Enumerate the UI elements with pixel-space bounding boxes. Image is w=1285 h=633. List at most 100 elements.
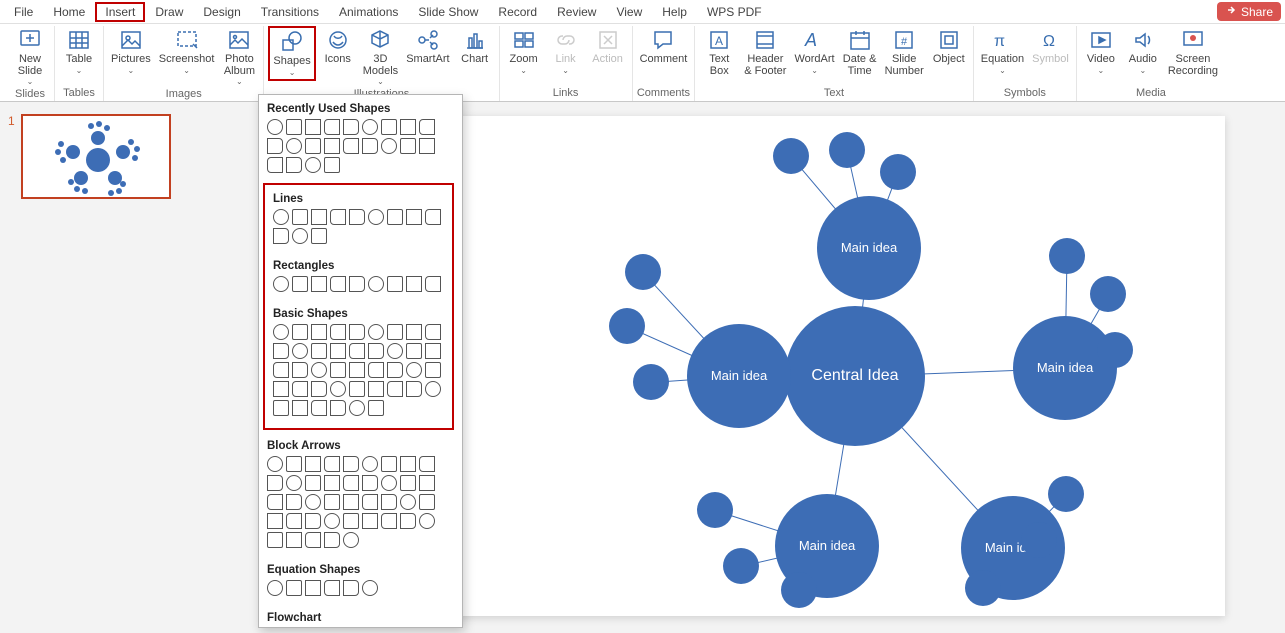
shape-item[interactable] bbox=[362, 475, 378, 491]
object-button[interactable]: Object bbox=[929, 26, 969, 68]
sub-idea-bubble[interactable] bbox=[1048, 476, 1084, 512]
sub-idea-bubble[interactable] bbox=[697, 492, 733, 528]
equation-button[interactable]: πEquation⌄ bbox=[978, 26, 1027, 77]
sub-idea-bubble[interactable] bbox=[1049, 238, 1085, 274]
shape-item[interactable] bbox=[400, 494, 416, 510]
shape-item[interactable] bbox=[400, 475, 416, 491]
shape-item[interactable] bbox=[349, 209, 365, 225]
shape-item[interactable] bbox=[343, 513, 359, 529]
shape-item[interactable] bbox=[381, 456, 397, 472]
shape-item[interactable] bbox=[286, 157, 302, 173]
sub-idea-bubble[interactable] bbox=[1097, 332, 1133, 368]
comment-button[interactable]: Comment bbox=[637, 26, 691, 68]
shape-item[interactable] bbox=[368, 276, 384, 292]
shape-item[interactable] bbox=[273, 362, 289, 378]
shape-item[interactable] bbox=[387, 381, 403, 397]
tab-animations[interactable]: Animations bbox=[329, 2, 408, 22]
shape-item[interactable] bbox=[286, 580, 302, 596]
shape-item[interactable] bbox=[349, 276, 365, 292]
shape-item[interactable] bbox=[267, 456, 283, 472]
tab-home[interactable]: Home bbox=[43, 2, 95, 22]
shape-item[interactable] bbox=[286, 532, 302, 548]
shape-item[interactable] bbox=[267, 119, 283, 135]
smartart-button[interactable]: SmartArt bbox=[403, 26, 452, 68]
shape-item[interactable] bbox=[362, 494, 378, 510]
shape-item[interactable] bbox=[362, 456, 378, 472]
chart-button[interactable]: Chart bbox=[455, 26, 495, 68]
shape-item[interactable] bbox=[362, 513, 378, 529]
shape-item[interactable] bbox=[330, 324, 346, 340]
video-button[interactable]: Video⌄ bbox=[1081, 26, 1121, 77]
shape-item[interactable] bbox=[273, 228, 289, 244]
tab-review[interactable]: Review bbox=[547, 2, 606, 22]
shape-item[interactable] bbox=[286, 494, 302, 510]
3d-models-button[interactable]: 3D Models⌄ bbox=[360, 26, 401, 88]
shape-item[interactable] bbox=[400, 138, 416, 154]
slide[interactable]: Central IdeaMain ideaMain ideaMain ideaM… bbox=[425, 116, 1225, 616]
shape-item[interactable] bbox=[343, 119, 359, 135]
shape-item[interactable] bbox=[406, 343, 422, 359]
main-idea-bubble[interactable]: Main idea bbox=[687, 324, 791, 428]
sub-idea-bubble[interactable] bbox=[781, 572, 817, 608]
sub-idea-bubble[interactable] bbox=[1090, 276, 1126, 312]
shape-item[interactable] bbox=[343, 494, 359, 510]
audio-button[interactable]: Audio⌄ bbox=[1123, 26, 1163, 77]
slide-number-button[interactable]: #Slide Number bbox=[882, 26, 927, 79]
shape-item[interactable] bbox=[381, 138, 397, 154]
shape-item[interactable] bbox=[368, 343, 384, 359]
shape-item[interactable] bbox=[305, 119, 321, 135]
shape-item[interactable] bbox=[286, 119, 302, 135]
shape-item[interactable] bbox=[305, 456, 321, 472]
shape-item[interactable] bbox=[343, 475, 359, 491]
shape-item[interactable] bbox=[324, 157, 340, 173]
shape-item[interactable] bbox=[330, 343, 346, 359]
shape-item[interactable] bbox=[273, 276, 289, 292]
shape-item[interactable] bbox=[419, 475, 435, 491]
shape-item[interactable] bbox=[368, 362, 384, 378]
shape-item[interactable] bbox=[324, 475, 340, 491]
shape-item[interactable] bbox=[343, 532, 359, 548]
main-idea-bubble[interactable]: Main idea bbox=[1013, 316, 1117, 420]
shape-item[interactable] bbox=[292, 400, 308, 416]
shape-item[interactable] bbox=[305, 494, 321, 510]
shape-item[interactable] bbox=[305, 138, 321, 154]
screenshot-button[interactable]: Screenshot⌄ bbox=[156, 26, 218, 77]
shape-item[interactable] bbox=[292, 209, 308, 225]
shape-item[interactable] bbox=[273, 209, 289, 225]
shape-item[interactable] bbox=[419, 513, 435, 529]
shape-item[interactable] bbox=[343, 580, 359, 596]
sub-idea-bubble[interactable] bbox=[965, 570, 1001, 606]
shape-item[interactable] bbox=[324, 138, 340, 154]
shape-item[interactable] bbox=[324, 513, 340, 529]
shape-item[interactable] bbox=[425, 324, 441, 340]
tab-slide-show[interactable]: Slide Show bbox=[408, 2, 488, 22]
shape-item[interactable] bbox=[419, 138, 435, 154]
shape-item[interactable] bbox=[273, 343, 289, 359]
sub-idea-bubble[interactable] bbox=[880, 154, 916, 190]
shape-item[interactable] bbox=[305, 475, 321, 491]
shape-item[interactable] bbox=[400, 119, 416, 135]
shape-item[interactable] bbox=[419, 494, 435, 510]
sub-idea-bubble[interactable] bbox=[625, 254, 661, 290]
shape-item[interactable] bbox=[343, 138, 359, 154]
shape-item[interactable] bbox=[406, 209, 422, 225]
shape-item[interactable] bbox=[311, 228, 327, 244]
shape-item[interactable] bbox=[425, 381, 441, 397]
shape-item[interactable] bbox=[311, 324, 327, 340]
table-button[interactable]: Table⌄ bbox=[59, 26, 99, 77]
tab-view[interactable]: View bbox=[606, 2, 652, 22]
shape-item[interactable] bbox=[330, 400, 346, 416]
shape-item[interactable] bbox=[305, 580, 321, 596]
share-button[interactable]: Share bbox=[1217, 2, 1281, 21]
shape-item[interactable] bbox=[368, 381, 384, 397]
shape-item[interactable] bbox=[419, 119, 435, 135]
central-idea-bubble[interactable]: Central Idea bbox=[785, 306, 925, 446]
shapes-button[interactable]: Shapes⌄ bbox=[268, 26, 315, 81]
shape-item[interactable] bbox=[330, 362, 346, 378]
shape-item[interactable] bbox=[286, 456, 302, 472]
sub-idea-bubble[interactable] bbox=[1021, 522, 1057, 558]
shape-item[interactable] bbox=[292, 381, 308, 397]
date-time-button[interactable]: Date & Time bbox=[840, 26, 880, 79]
shape-item[interactable] bbox=[400, 513, 416, 529]
shape-item[interactable] bbox=[330, 381, 346, 397]
